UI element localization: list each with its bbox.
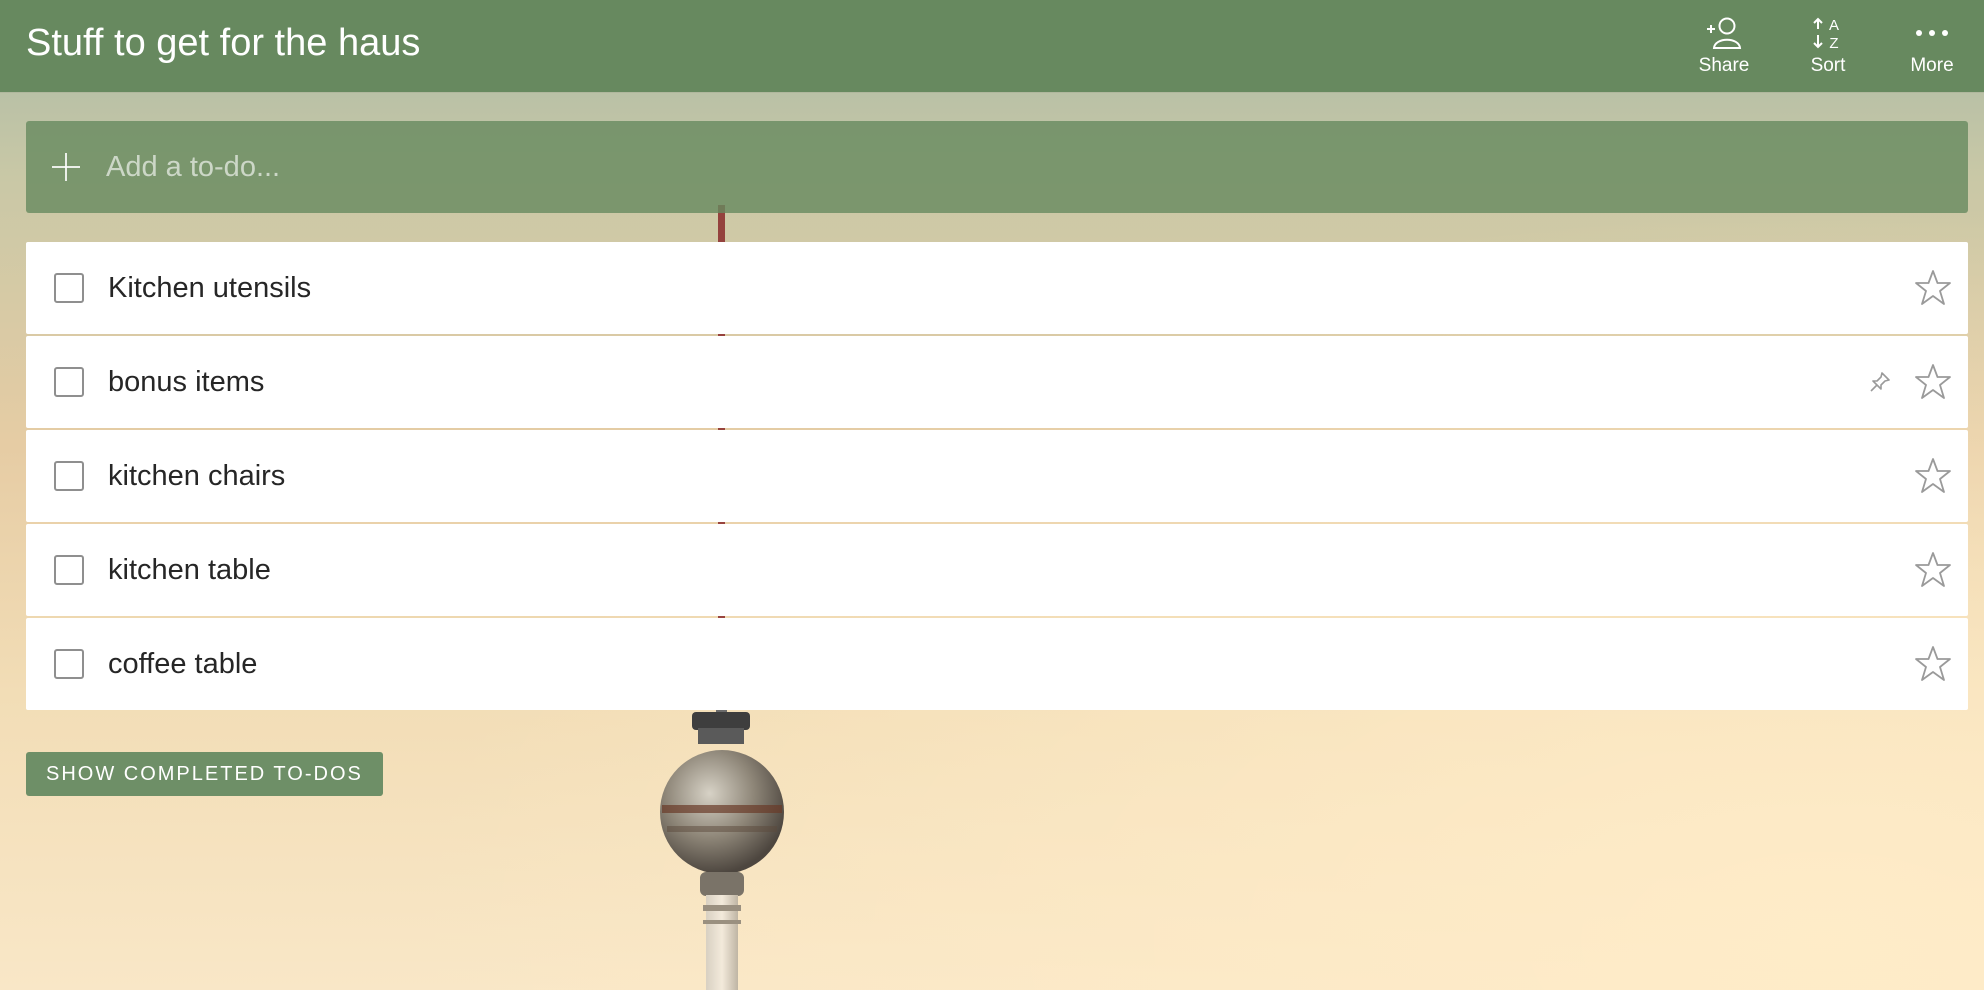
header-actions: Share A Z Sort More xyxy=(1672,0,1984,92)
share-button[interactable]: Share xyxy=(1672,0,1776,92)
task-row[interactable]: coffee table xyxy=(26,618,1968,710)
task-title[interactable]: coffee table xyxy=(108,648,257,681)
task-title[interactable]: kitchen chairs xyxy=(108,460,285,493)
pin-icon[interactable] xyxy=(1868,370,1892,394)
show-completed-button[interactable]: SHOW COMPLETED TO-DOS xyxy=(26,752,383,796)
more-dots-icon xyxy=(1912,15,1952,51)
sort-label: Sort xyxy=(1810,55,1846,76)
share-label: Share xyxy=(1698,55,1750,76)
task-checkbox[interactable] xyxy=(54,367,84,397)
list-header: Stuff to get for the haus Share A Z Sort… xyxy=(0,0,1984,92)
task-title[interactable]: bonus items xyxy=(108,366,264,399)
task-checkbox[interactable] xyxy=(54,649,84,679)
star-icon[interactable] xyxy=(1914,363,1952,401)
more-label: More xyxy=(1910,55,1954,76)
sort-button[interactable]: A Z Sort xyxy=(1776,0,1880,92)
more-button[interactable]: More xyxy=(1880,0,1984,92)
task-list: Kitchen utensils bonus items kitchen cha… xyxy=(26,242,1968,712)
plus-icon[interactable] xyxy=(26,121,106,213)
task-row[interactable]: bonus items xyxy=(26,336,1968,428)
task-checkbox[interactable] xyxy=(54,273,84,303)
task-row[interactable]: kitchen table xyxy=(26,524,1968,616)
star-icon[interactable] xyxy=(1914,269,1952,307)
list-title[interactable]: Stuff to get for the haus xyxy=(26,22,420,65)
task-row[interactable]: Kitchen utensils xyxy=(26,242,1968,334)
share-person-icon xyxy=(1704,15,1744,51)
task-title[interactable]: Kitchen utensils xyxy=(108,272,311,305)
add-todo-input[interactable] xyxy=(106,137,1968,197)
star-icon[interactable] xyxy=(1914,457,1952,495)
star-icon[interactable] xyxy=(1914,551,1952,589)
star-icon[interactable] xyxy=(1914,645,1952,683)
task-row[interactable]: kitchen chairs xyxy=(26,430,1968,522)
task-checkbox[interactable] xyxy=(54,555,84,585)
svg-text:A: A xyxy=(1829,17,1839,34)
sort-az-icon: A Z xyxy=(1808,15,1848,51)
svg-text:Z: Z xyxy=(1829,35,1838,51)
task-checkbox[interactable] xyxy=(54,461,84,491)
task-title[interactable]: kitchen table xyxy=(108,554,271,587)
add-todo-bar[interactable] xyxy=(26,121,1968,213)
